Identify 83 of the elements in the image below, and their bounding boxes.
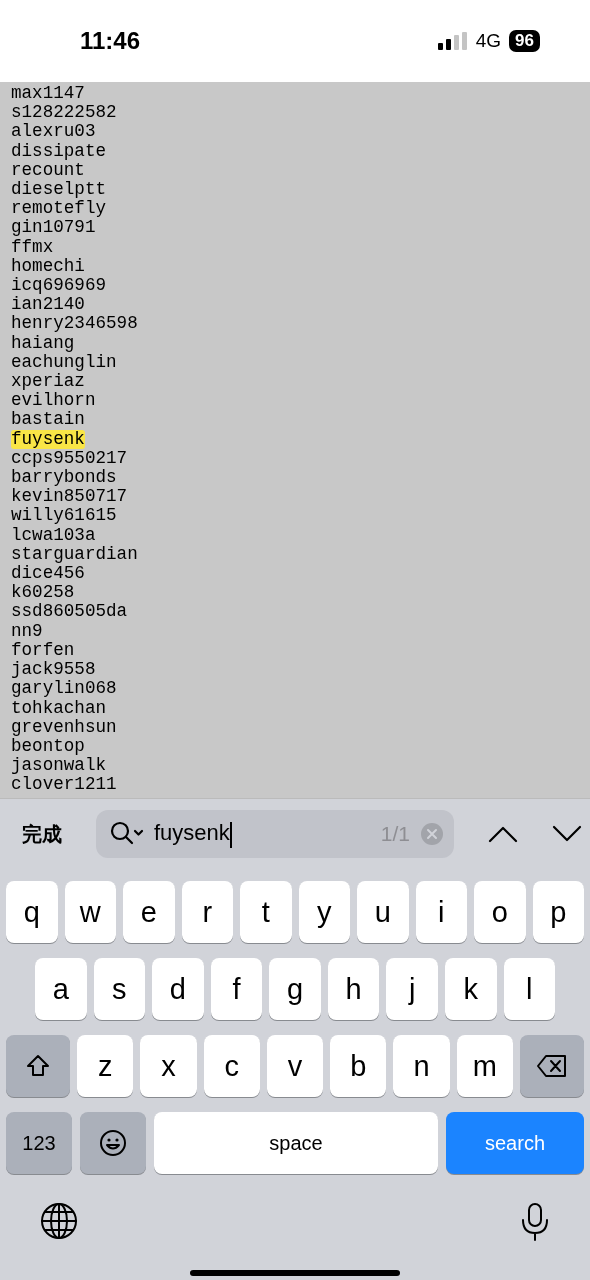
username: clover1211 [11, 775, 117, 795]
username: alexru03 [11, 122, 96, 142]
search-icon [110, 821, 144, 847]
username: ian2140 [11, 295, 85, 315]
key[interactable]: s [93, 958, 146, 1020]
microphone-icon[interactable] [520, 1202, 550, 1242]
key[interactable]: a [35, 958, 87, 1020]
key[interactable]: t [240, 881, 292, 943]
key[interactable]: i [415, 881, 467, 943]
username: haiang [11, 333, 75, 353]
battery-level: 96 [509, 30, 540, 52]
username: dissipate [11, 141, 107, 161]
key[interactable]: w [64, 881, 116, 943]
highlighted-match: fuysenk [11, 429, 85, 449]
username: bastain [11, 410, 85, 430]
username: s128222582 [11, 103, 117, 123]
username: max1147 [11, 84, 85, 104]
username: jasonwalk [11, 756, 107, 776]
username: dieselptt [11, 180, 107, 200]
key[interactable]: p [532, 881, 584, 943]
globe-icon[interactable] [40, 1202, 78, 1240]
key[interactable]: v [266, 1035, 324, 1097]
emoji-key[interactable] [80, 1112, 146, 1174]
username: grevenhsun [11, 717, 117, 737]
key[interactable]: u [357, 881, 409, 943]
key[interactable]: k [444, 958, 497, 1020]
username: nn9 [11, 621, 43, 641]
username: remotefly [11, 199, 107, 219]
username: jack9558 [11, 660, 96, 680]
key[interactable]: z [77, 1035, 134, 1097]
up-chevron-icon[interactable] [488, 825, 518, 843]
username: recount [11, 160, 85, 180]
username: henry2346598 [11, 314, 138, 334]
done-button[interactable]: 完成 [22, 820, 62, 848]
down-chevron-icon[interactable] [552, 825, 582, 843]
username: forfen [11, 640, 75, 661]
smiley-icon [99, 1129, 127, 1157]
key[interactable]: n [393, 1035, 450, 1097]
key[interactable]: x [140, 1035, 197, 1097]
username: homechi [11, 256, 85, 277]
key[interactable]: d [152, 958, 204, 1020]
username: lcwa103a [11, 525, 96, 545]
username: ssd860505da [11, 602, 128, 622]
find-query: fuysenk [154, 820, 233, 848]
signal-icon [437, 32, 468, 50]
username: k60258 [11, 583, 75, 603]
username: ffmx [11, 237, 54, 257]
username: gin10791 [11, 218, 96, 238]
space-key[interactable]: space [154, 1112, 438, 1174]
key[interactable]: g [269, 958, 321, 1020]
username: kevin850717 [11, 487, 128, 507]
username: tohkachan [11, 698, 107, 718]
username: ccps9550217 [11, 448, 128, 469]
username: eachunglin [11, 352, 117, 373]
username: willy61615 [11, 506, 117, 526]
username: dice456 [11, 564, 85, 584]
username: starguardian [11, 544, 138, 565]
key[interactable]: m [456, 1035, 513, 1097]
status-time: 11:46 [80, 27, 141, 55]
key[interactable]: c [203, 1035, 260, 1097]
key[interactable]: j [386, 958, 438, 1020]
network-label: 4G [475, 30, 502, 52]
username: garylin068 [11, 679, 117, 699]
search-key[interactable]: search [446, 1112, 584, 1174]
key[interactable]: o [474, 881, 526, 943]
key[interactable]: r [181, 881, 233, 943]
username: beontop [11, 736, 85, 757]
backspace-icon [535, 1054, 568, 1078]
username: xperiaz [11, 372, 85, 392]
numbers-key[interactable]: 123 [6, 1112, 72, 1174]
username: icq696969 [11, 276, 107, 296]
username: evilhorn [11, 391, 96, 411]
key[interactable]: h [327, 958, 380, 1020]
key[interactable]: f [210, 958, 263, 1020]
key[interactable]: l [503, 958, 556, 1020]
key[interactable]: q [6, 881, 58, 943]
key[interactable]: b [330, 1035, 387, 1097]
key[interactable]: e [123, 881, 175, 943]
shift-key[interactable] [6, 1035, 70, 1097]
key[interactable]: y [298, 881, 350, 943]
shift-icon [25, 1053, 51, 1079]
backspace-key[interactable] [519, 1035, 584, 1097]
username: barrybonds [11, 468, 117, 488]
